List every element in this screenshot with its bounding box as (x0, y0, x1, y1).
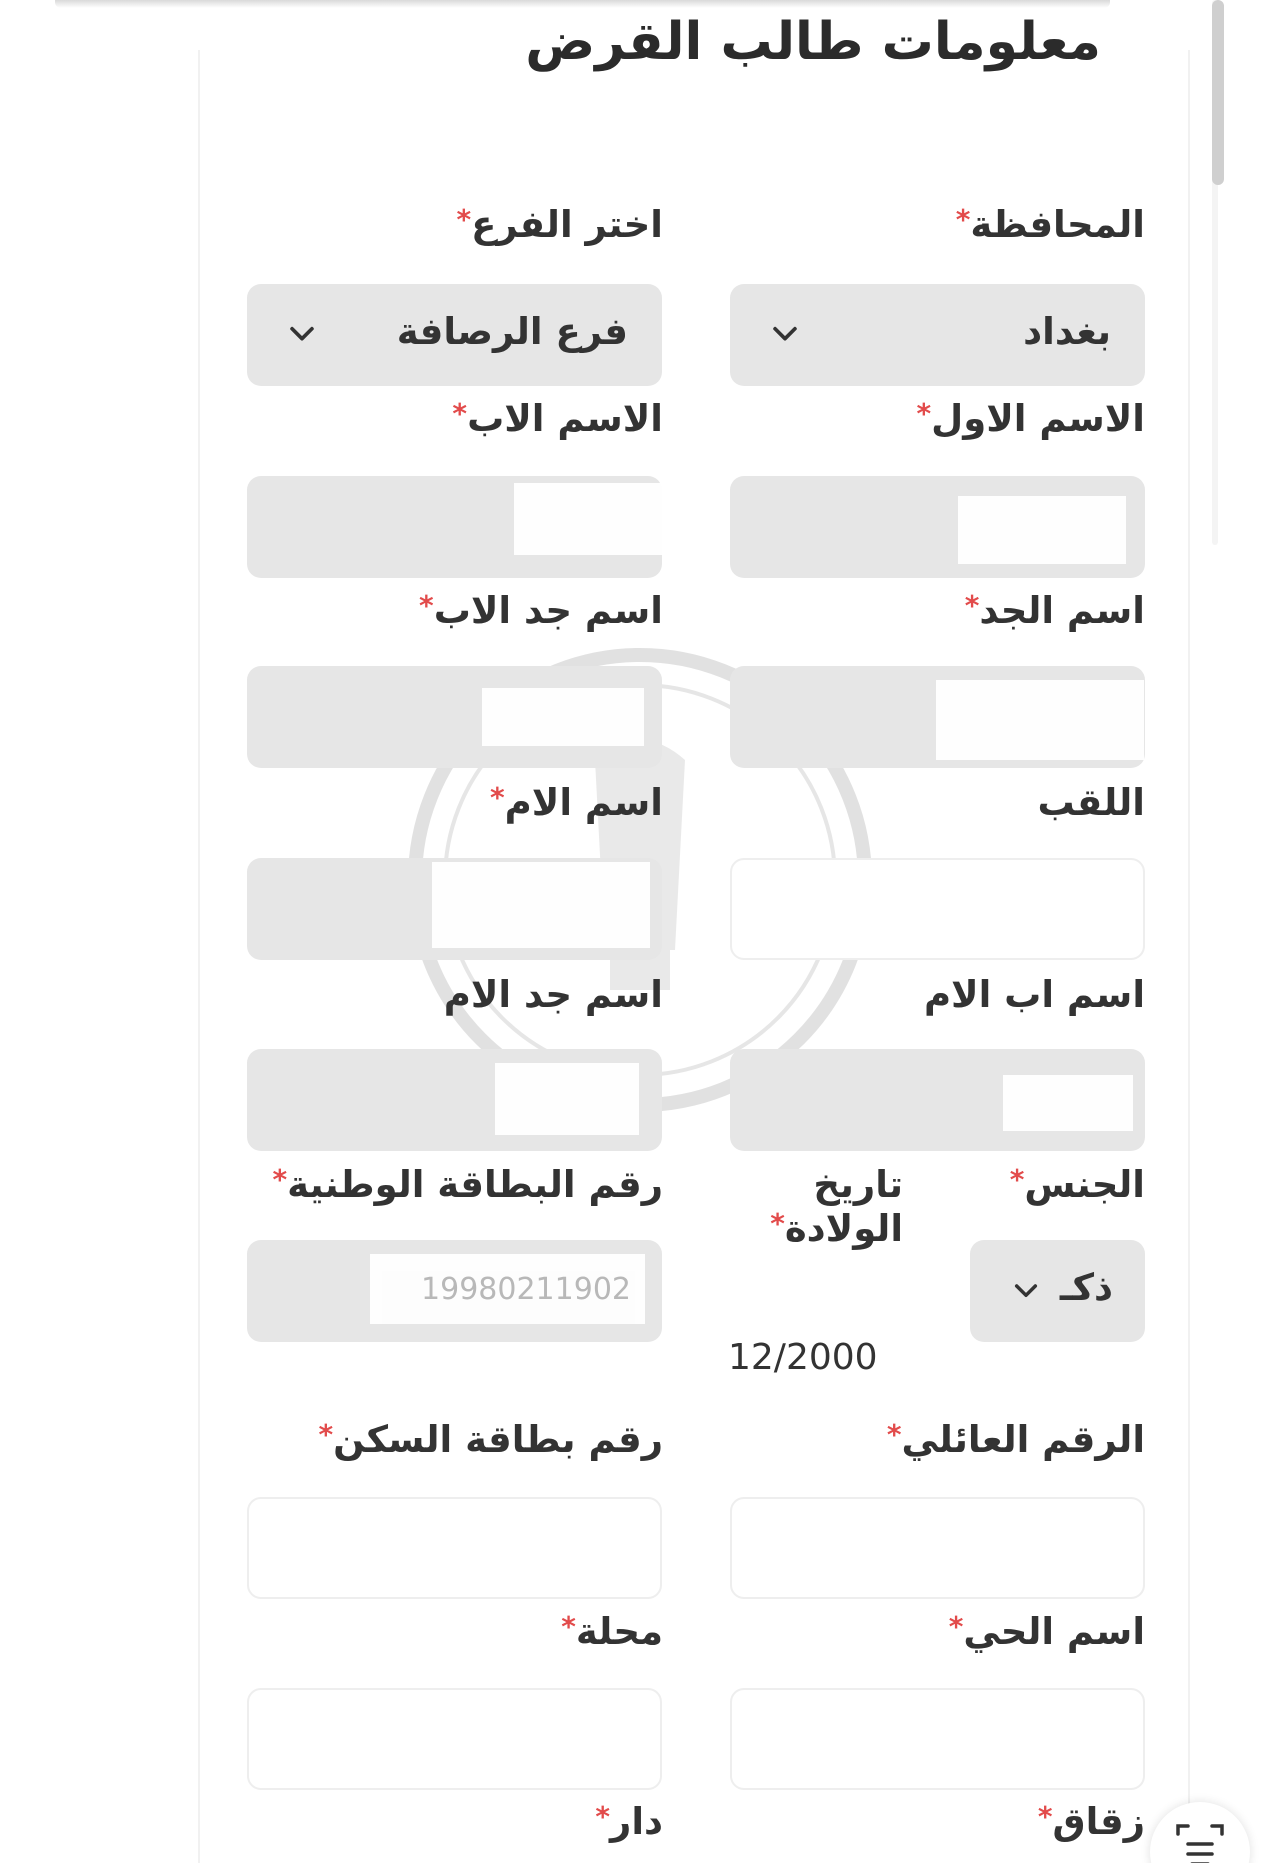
surname-label: اللقب (1037, 781, 1145, 824)
district-name-input[interactable] (730, 1688, 1145, 1790)
national-id-input[interactable]: 19980211902 (247, 1240, 662, 1342)
required-mark: * (770, 1207, 785, 1241)
gender-select-value: ذكـ (1059, 1266, 1113, 1309)
alley-label: زقاق* (1035, 1800, 1145, 1844)
province-label-text: المحافظة (970, 203, 1145, 246)
father-grandfather-name-label: اسم جد الاب* (416, 589, 663, 633)
birth-date-label: تاريخ الولادة* (767, 1163, 903, 1252)
mother-father-name-input[interactable] (730, 1049, 1145, 1151)
mother-grandfather-name-label: اسم جد الام (443, 973, 663, 1016)
mahalla-input[interactable] (247, 1688, 662, 1790)
redacted-value (495, 1063, 639, 1135)
required-mark: * (948, 1610, 964, 1643)
redacted-value-overlay: 19980211902 (370, 1254, 645, 1324)
required-mark: * (272, 1163, 288, 1196)
district-name-label-text: اسم الحي (963, 1610, 1145, 1653)
grandfather-name-label: اسم الجد* (962, 589, 1145, 633)
surname-input[interactable] (730, 858, 1145, 960)
alley-label-text: زقاق (1052, 1800, 1146, 1843)
national-id-label-text: رقم البطاقة الوطنية (287, 1163, 663, 1206)
required-mark: * (452, 397, 468, 430)
national-id-value: 19980211902 (421, 1272, 631, 1307)
required-mark: * (419, 589, 434, 622)
mahalla-label: محلة* (558, 1610, 663, 1654)
father-name-label-text: الاسم الاب (467, 397, 663, 440)
father-name-label: الاسم الاب* (449, 397, 663, 441)
family-number-input[interactable] (730, 1497, 1145, 1599)
required-mark: * (964, 589, 980, 622)
first-name-label-text: الاسم الاول (931, 397, 1145, 440)
branch-select-value: فرع الرصافة (396, 310, 628, 353)
required-mark: * (318, 1418, 334, 1451)
required-mark: * (561, 1610, 576, 1643)
mahalla-label-text: محلة (575, 1610, 663, 1653)
required-mark: * (916, 397, 932, 430)
first-name-label: الاسم الاول* (913, 397, 1145, 441)
province-select-value: بغداد (1023, 310, 1111, 353)
scrollbar-thumb[interactable] (1212, 0, 1224, 185)
required-mark: * (886, 1418, 902, 1451)
required-mark: * (1037, 1800, 1053, 1833)
redacted-value (514, 483, 662, 555)
national-id-label: رقم البطاقة الوطنية* (269, 1163, 663, 1207)
province-select[interactable]: بغداد (730, 284, 1145, 386)
chevron-down-icon (290, 326, 314, 341)
residence-card-label: رقم بطاقة السكن* (316, 1418, 664, 1462)
family-number-label-text: الرقم العائلي (901, 1418, 1146, 1461)
required-mark: * (456, 203, 472, 236)
page-title: معلومات طالب القرض (525, 12, 1101, 72)
mother-grandfather-name-input[interactable] (247, 1049, 662, 1151)
family-number-label: الرقم العائلي* (884, 1418, 1145, 1462)
mother-name-label-text: اسم الام (504, 781, 663, 824)
birth-date-label-line1: تاريخ (813, 1163, 903, 1206)
branch-label: اختر الفرع* (453, 203, 663, 247)
grandfather-name-label-text: اسم الجد (979, 589, 1145, 632)
father-grandfather-name-label-text: اسم جد الاب (433, 589, 663, 632)
redacted-value (936, 680, 1144, 760)
redacted-value (958, 496, 1126, 564)
first-name-input[interactable] (730, 476, 1145, 578)
chevron-down-icon (1014, 1284, 1038, 1298)
house-label: دار* (592, 1800, 663, 1844)
text-scan-icon (1176, 1824, 1224, 1863)
redacted-value (432, 862, 650, 948)
birth-date-input[interactable]: 12/2000 (728, 1337, 878, 1378)
redacted-value (1003, 1075, 1133, 1131)
mother-father-name-label: اسم اب الام (923, 973, 1145, 1016)
mother-name-input[interactable] (247, 858, 662, 960)
birth-date-label-line2: الولادة (784, 1207, 903, 1251)
grandfather-name-input[interactable] (730, 666, 1145, 768)
required-mark: * (595, 1800, 611, 1833)
district-name-label: اسم الحي* (946, 1610, 1145, 1654)
residence-card-label-text: رقم بطاقة السكن (333, 1418, 663, 1461)
house-label-text: دار (610, 1800, 663, 1843)
branch-select[interactable]: فرع الرصافة (247, 284, 662, 386)
gender-label: الجنس* (1007, 1163, 1145, 1207)
redacted-value (482, 688, 644, 746)
required-mark: * (1009, 1163, 1025, 1196)
required-mark: * (955, 203, 971, 236)
residence-card-input[interactable] (247, 1497, 662, 1599)
chevron-down-icon (773, 326, 797, 341)
gender-select[interactable]: ذكـ (970, 1240, 1145, 1342)
mother-name-label: اسم الام* (487, 781, 663, 825)
father-name-input[interactable] (247, 476, 662, 578)
required-mark: * (490, 781, 505, 814)
father-grandfather-name-input[interactable] (247, 666, 662, 768)
province-label: المحافظة* (953, 203, 1145, 247)
header-shadow (55, 0, 1110, 8)
gender-label-text: الجنس (1024, 1163, 1145, 1206)
scrollbar[interactable] (1212, 0, 1228, 545)
branch-label-text: اختر الفرع (471, 203, 663, 246)
